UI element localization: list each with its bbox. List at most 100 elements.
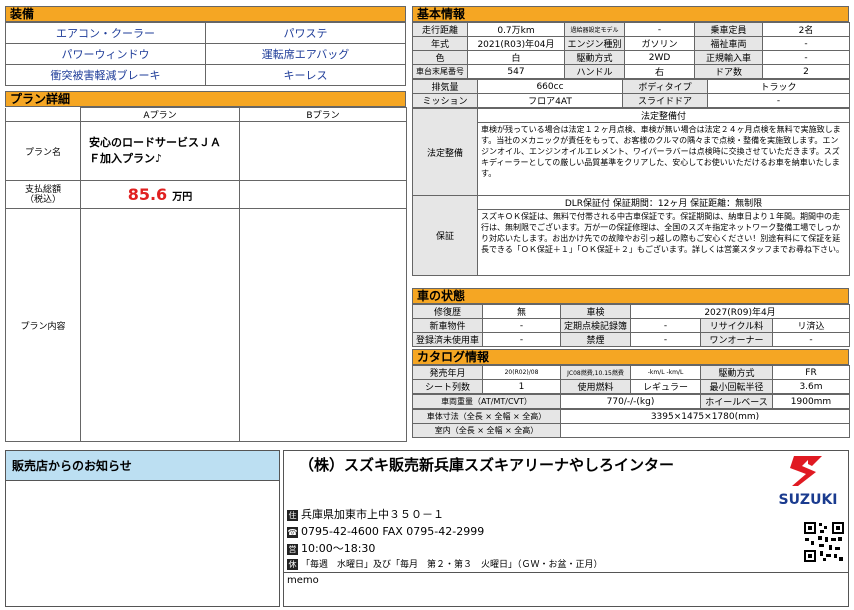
condition-label: ワンオーナー	[700, 332, 773, 347]
spec-label: ドア数	[694, 64, 763, 79]
suzuki-s-icon	[790, 456, 822, 486]
equipment-section: 装備 エアコン・クーラー パワステ パワーウィンドウ 運転席エアバッグ 衝突被害…	[5, 6, 406, 86]
spec-value: 右	[624, 64, 695, 79]
spec-label: 駆動方式	[564, 50, 625, 65]
spec-value: -	[762, 50, 850, 65]
phone-icon: ☎	[287, 526, 298, 538]
qr-code[interactable]	[803, 521, 845, 563]
suzuki-logo: SUZUKI	[772, 454, 844, 510]
plan-a-name: 安心のロードサービスＪＡＦ加入プラン♪	[80, 121, 240, 181]
legal-maintenance-text: 車検が残っている場合は法定１２ヶ月点検、車検が無い場合は法定２４ヶ月点検を無料で…	[477, 122, 850, 196]
condition-value: -	[771, 332, 851, 347]
catalog-value	[560, 423, 850, 438]
catalog-label: 車両重量（AT/MT/CVT）	[412, 394, 561, 409]
dealer-phone: 0795-42-4600 FAX 0795-42-2999	[301, 525, 485, 538]
catalog-value: FR	[772, 365, 850, 380]
equipment-table: エアコン・クーラー パワステ パワーウィンドウ 運転席エアバッグ 衝突被害軽減ブ…	[5, 22, 406, 86]
spec-value: -	[762, 36, 850, 51]
dealer-address: 兵庫県加東市上中３５０－１	[301, 508, 444, 521]
condition-section: 車の状態 修復歴 無 車検 2027(R09)年4月 新車物件 - 定期点検記録…	[412, 288, 851, 347]
dealer-section: （株）スズキ販売新兵庫スズキアリーナやしろインター SUZUKI 住兵庫県加東市…	[283, 450, 849, 607]
catalog-label: 使用燃料	[560, 379, 631, 394]
equipment-header: 装備	[5, 6, 406, 22]
spec-label: ミッション	[412, 93, 478, 108]
spec-value: 2名	[762, 22, 850, 37]
condition-table: 修復歴 無 車検 2027(R09)年4月 新車物件 - 定期点検記録簿 - リ…	[412, 304, 851, 347]
spec-label: 過給器設定モデル	[564, 22, 625, 37]
catalog-value: 20(R02)/08	[482, 365, 561, 380]
catalog-label: 車体寸法（全長 × 全幅 × 全高）	[412, 409, 561, 424]
catalog-label: 駆動方式	[700, 365, 773, 380]
memo-box[interactable]: memo	[284, 572, 848, 606]
spec-value: ガソリン	[624, 36, 695, 51]
suzuki-logo-text: SUZUKI	[778, 492, 838, 508]
catalog-label: ホイールベース	[700, 394, 773, 409]
legal-maintenance-label: 法定整備	[412, 108, 478, 196]
legal-maintenance-table: 法定整備 法定整備付 車検が残っている場合は法定１２ヶ月点検、車検が無い場合は法…	[412, 108, 850, 276]
spec-label: ボディタイプ	[622, 79, 708, 94]
condition-label: 車検	[560, 304, 631, 319]
equipment-item: キーレス	[205, 64, 406, 86]
spec-label: 正規輸入車	[694, 50, 763, 65]
hours-row: 営 10:00～18:30	[287, 540, 603, 557]
spec-value: フロア4AT	[477, 93, 623, 108]
basic-info-table: 走行距離 0.7万km 過給器設定モデル - 乗車定員 2名 年式 2021(R…	[412, 22, 850, 79]
condition-header: 車の状態	[412, 288, 849, 304]
equipment-item: パワーウィンドウ	[5, 43, 206, 65]
catalog-section: カタログ情報 発売年月 20(R02)/08 JC08燃費,10.15燃費 -k…	[412, 349, 850, 438]
address-row: 住兵庫県加東市上中３５０－１	[287, 506, 603, 523]
equipment-item: 運転席エアバッグ	[205, 43, 406, 65]
warranty-title: DLR保証付 保証期間：12ヶ月 保証距離：無制限	[477, 195, 850, 210]
plan-b-column: Bプラン	[239, 107, 407, 122]
spec-value: 2021(R03)年04月	[467, 36, 565, 51]
spec-label: 乗車定員	[694, 22, 763, 37]
condition-label: 修復歴	[412, 304, 483, 319]
plan-name-label: プラン名	[5, 121, 81, 181]
condition-label: 新車物件	[412, 318, 483, 333]
plan-table: Aプラン Bプラン プラン名 安心のロードサービスＪＡＦ加入プラン♪ 支払総額 …	[5, 107, 407, 442]
catalog-label: 発売年月	[412, 365, 483, 380]
plan-header: プラン詳細	[5, 91, 406, 107]
basic-info-header: 基本情報	[412, 6, 849, 22]
spec-value: -	[624, 22, 695, 37]
catalog-table-3: 車体寸法（全長 × 全幅 × 全高） 3395×1475×1780(mm) 室内…	[412, 409, 850, 438]
condition-value: 無	[482, 304, 561, 319]
warranty-text: スズキＯＫ保証は、無料で付帯される中古車保証です。保証期間は、納車日より１年間。…	[477, 209, 850, 276]
notice-section: 販売店からのお知らせ	[5, 450, 280, 607]
spec-label: 福祉車両	[694, 36, 763, 51]
spec-label: 走行距離	[412, 22, 468, 37]
catalog-value: 3395×1475×1780(mm)	[560, 409, 850, 424]
price-value: 85.6	[127, 185, 168, 204]
warranty-label: 保証	[412, 195, 478, 276]
dealer-hours: 10:00～18:30	[301, 542, 376, 555]
condition-value: リ済込	[771, 318, 851, 333]
condition-value: -	[482, 318, 561, 333]
catalog-table: 発売年月 20(R02)/08 JC08燃費,10.15燃費 -km/L -km…	[412, 365, 850, 394]
spec-value: 2	[762, 64, 850, 79]
plan-content-label: プラン内容	[5, 208, 81, 442]
catalog-value: 3.6m	[772, 379, 850, 394]
phone-row: ☎ 0795-42-4600 FAX 0795-42-2999	[287, 523, 603, 540]
catalog-table-2: 車両重量（AT/MT/CVT） 770/-/-(kg) ホイールベース 1900…	[412, 394, 850, 409]
equipment-item: パワステ	[205, 22, 406, 44]
spec-value: 白	[467, 50, 565, 65]
spec-value: 547	[467, 64, 565, 79]
notice-header: 販売店からのお知らせ	[6, 451, 279, 481]
basic-info-section: 基本情報 走行距離 0.7万km 過給器設定モデル - 乗車定員 2名 年式 2…	[412, 6, 850, 276]
price-unit: 万円	[172, 192, 193, 203]
hours-icon: 営	[287, 543, 298, 555]
catalog-label: 最小回転半径	[700, 379, 773, 394]
spec-label: スライドドア	[622, 93, 708, 108]
price-label: 支払総額 （税込）	[5, 180, 81, 209]
spec-value: 660cc	[477, 79, 623, 94]
spec-value: 2WD	[624, 50, 695, 65]
condition-label: 定期点検記録簿	[560, 318, 631, 333]
spec-label: 排気量	[412, 79, 478, 94]
spec-label: 年式	[412, 36, 468, 51]
memo-label: memo	[287, 575, 319, 586]
plan-a-column: Aプラン	[80, 107, 240, 122]
spec-label: ハンドル	[564, 64, 625, 79]
condition-value: -	[482, 332, 561, 347]
spec-label: 色	[412, 50, 468, 65]
spec-label: 車台末尾番号	[412, 64, 468, 79]
